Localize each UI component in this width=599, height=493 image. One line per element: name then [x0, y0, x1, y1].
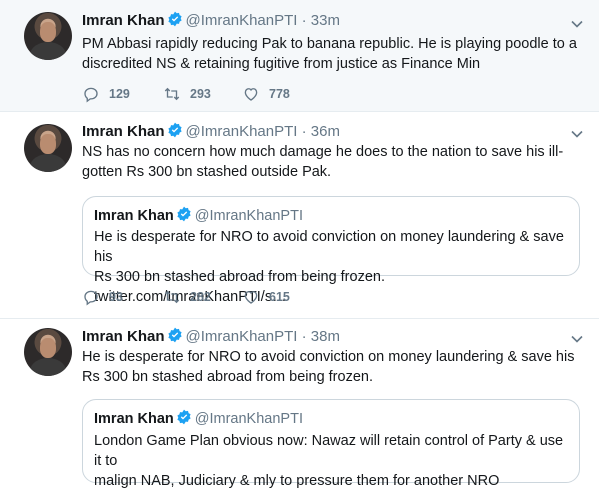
like-icon: [244, 88, 258, 101]
tweet-text-line: gotten Rs 300 bn stashed outside Pak.: [82, 164, 332, 180]
quoted-tweet[interactable]: Imran Khan @ImranKhanPTI London Game Plan…: [82, 399, 580, 489]
avatar[interactable]: [24, 328, 72, 376]
quoted-tweet-header: Imran Khan @ImranKhanPTI: [94, 409, 303, 427]
quoted-tweet[interactable]: Imran Khan @ImranKhanPTI He is desperate …: [82, 196, 580, 305]
tweet-timestamp[interactable]: 36m: [311, 123, 340, 140]
tweet-timestamp[interactable]: 33m: [311, 12, 340, 29]
quoted-text-line: He is desperate for NRO to avoid convict…: [94, 229, 564, 265]
tweet-1[interactable]: Imran Khan @ImranKhanPTI · 33m PM Abbasi …: [0, 0, 599, 112]
quoted-text-line: malign NAB, Judiciary & mly to pressure …: [94, 473, 500, 489]
like-icon: [244, 291, 258, 304]
tweet-text-line: PM Abbasi rapidly reducing Pak to banana…: [82, 36, 577, 52]
author-handle[interactable]: @ImranKhanPTI: [186, 123, 298, 140]
reply-button[interactable]: 129: [82, 85, 130, 103]
tweet-text: PM Abbasi rapidly reducing Pak to banana…: [82, 34, 582, 74]
quoted-author-name: Imran Khan: [94, 411, 174, 427]
quoted-author-handle: @ImranKhanPTI: [194, 411, 303, 427]
retweet-icon: [164, 290, 180, 304]
verified-badge-icon: [167, 11, 182, 27]
tweet-header: Imran Khan @ImranKhanPTI · 33m: [82, 11, 340, 31]
chevron-down-icon[interactable]: [569, 16, 585, 32]
reply-count: 93: [109, 290, 123, 304]
like-button[interactable]: 615: [242, 288, 290, 306]
author-handle[interactable]: @ImranKhanPTI: [186, 12, 298, 29]
avatar[interactable]: [24, 124, 72, 172]
tweet-text-line: discredited NS & retaining fugitive from…: [82, 56, 481, 72]
author-name[interactable]: Imran Khan: [82, 123, 165, 140]
quoted-tweet-text: London Game Plan obvious now: Nawaz will…: [94, 431, 570, 491]
quoted-text-line: London Game Plan obvious now: Nawaz will…: [94, 433, 564, 469]
tweet-text: He is desperate for NRO to avoid convict…: [82, 347, 582, 387]
chevron-down-icon[interactable]: [569, 331, 585, 347]
retweet-count: 282: [190, 290, 211, 304]
reply-icon: [84, 290, 98, 306]
author-name[interactable]: Imran Khan: [82, 328, 165, 345]
like-count: 615: [269, 290, 290, 304]
avatar[interactable]: [24, 12, 72, 60]
verified-badge-icon: [167, 327, 182, 343]
quoted-author-name: Imran Khan: [94, 208, 174, 224]
verified-badge-icon: [167, 122, 182, 138]
reply-icon: [84, 87, 98, 103]
tweet-text: NS has no concern how much damage he doe…: [82, 142, 582, 182]
tweet-timestamp[interactable]: 38m: [311, 328, 340, 345]
tweet-text-line: He is desperate for NRO to avoid convict…: [82, 349, 575, 365]
tweet-2[interactable]: Imran Khan @ImranKhanPTI · 36m NS has no …: [0, 112, 599, 319]
tweet-header: Imran Khan @ImranKhanPTI · 38m: [82, 327, 340, 347]
separator-dot: ·: [301, 12, 307, 29]
retweet-button[interactable]: 293: [163, 85, 211, 103]
author-name[interactable]: Imran Khan: [82, 12, 165, 29]
verified-badge-icon: [177, 206, 191, 222]
tweet-3[interactable]: Imran Khan @ImranKhanPTI · 38m He is desp…: [0, 319, 599, 493]
tweet-text-line: NS has no concern how much damage he doe…: [82, 144, 564, 160]
retweet-button[interactable]: 282: [163, 288, 211, 306]
like-count: 778: [269, 87, 290, 101]
tweet-text-line: Rs 300 bn stashed abroad from being froz…: [82, 369, 373, 385]
author-handle[interactable]: @ImranKhanPTI: [186, 328, 298, 345]
quoted-author-handle: @ImranKhanPTI: [194, 208, 303, 224]
like-button[interactable]: 778: [242, 85, 290, 103]
quoted-tweet-header: Imran Khan @ImranKhanPTI: [94, 206, 303, 224]
retweet-icon: [164, 87, 180, 101]
chevron-down-icon[interactable]: [569, 126, 585, 142]
tweet-header: Imran Khan @ImranKhanPTI · 36m: [82, 122, 340, 142]
separator-dot: ·: [301, 123, 307, 140]
retweet-count: 293: [190, 87, 211, 101]
separator-dot: ·: [301, 328, 307, 345]
reply-button[interactable]: 93: [82, 288, 123, 306]
reply-count: 129: [109, 87, 130, 101]
verified-badge-icon: [177, 409, 191, 425]
